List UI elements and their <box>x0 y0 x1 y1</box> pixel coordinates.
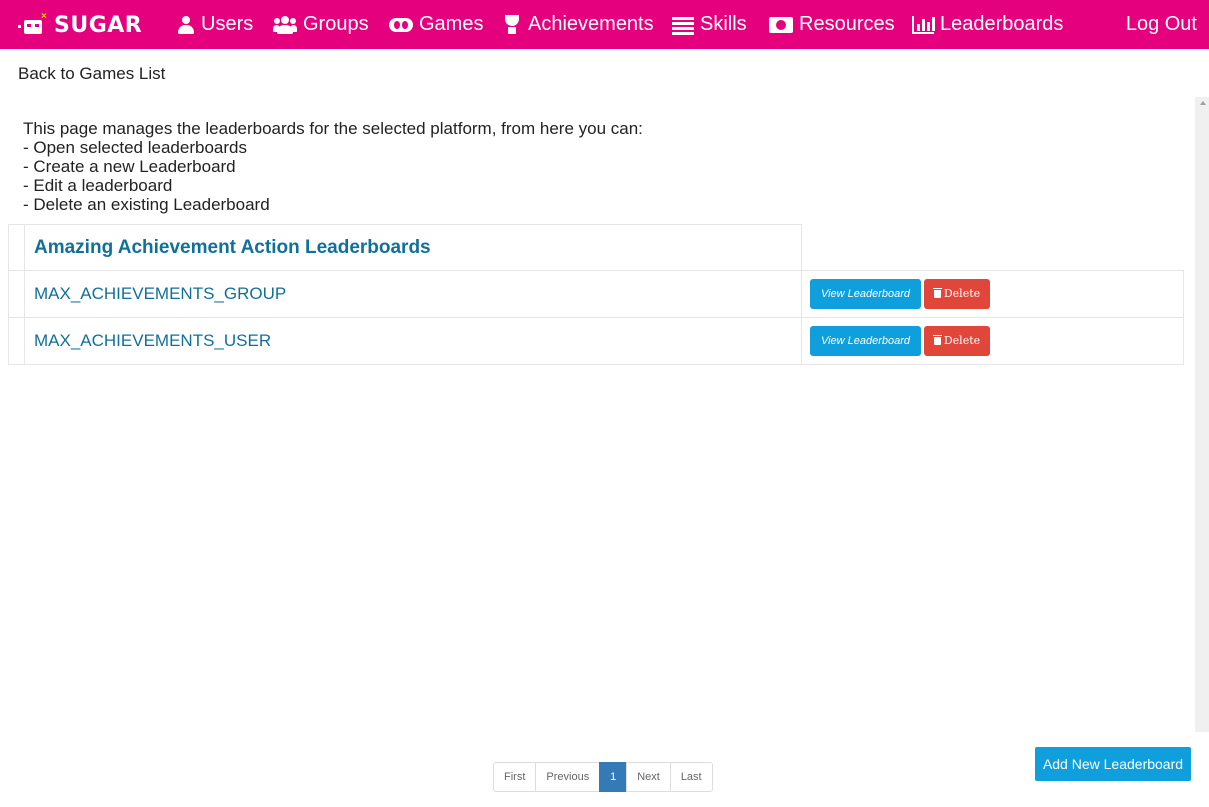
delete-button[interactable]: Delete <box>924 279 990 309</box>
logout-link[interactable]: Log Out <box>1126 0 1197 49</box>
table-header-row: Amazing Achievement Action Leaderboards <box>8 224 1184 271</box>
page-previous-button[interactable]: Previous <box>535 762 601 792</box>
delete-label: Delete <box>943 334 981 347</box>
view-leaderboard-button[interactable]: View Leaderboard <box>810 326 921 356</box>
money-icon <box>769 16 793 33</box>
scroll-up-arrow-icon[interactable] <box>1200 101 1206 105</box>
top-navbar: × SUGAR Users Groups Games Achievements … <box>0 0 1209 49</box>
intro-line: - Delete an existing Leaderboard <box>23 195 270 214</box>
leaderboard-name-cell: MAX_ACHIEVEMENTS_GROUP <box>24 270 802 318</box>
table-row: MAX_ACHIEVEMENTS_USER View Leaderboard De… <box>8 317 1184 365</box>
row-actions-cell: View Leaderboard Delete <box>801 270 1184 318</box>
sugar-logo[interactable]: × SUGAR <box>18 10 142 40</box>
page-last-button[interactable]: Last <box>669 762 713 792</box>
nav-achievements-label: Achievements <box>528 13 654 35</box>
intro-heading: This page manages the leaderboards for t… <box>23 119 643 138</box>
delete-label: Delete <box>943 287 981 300</box>
intro-text: This page manages the leaderboards for t… <box>23 119 643 214</box>
group-icon <box>273 15 297 34</box>
vertical-scrollbar[interactable] <box>1195 97 1209 732</box>
leaderboards-table: Amazing Achievement Action Leaderboards … <box>8 224 1184 365</box>
page-current-button[interactable]: 1 <box>599 762 628 792</box>
table-header-index-cell <box>8 224 25 271</box>
nav-leaderboards-label: Leaderboards <box>940 13 1064 35</box>
delete-button[interactable]: Delete <box>924 326 990 356</box>
nav-groups-label: Groups <box>303 13 369 35</box>
nav-users[interactable]: Users <box>177 0 253 49</box>
nav-resources-label: Resources <box>799 13 895 35</box>
nav-achievements[interactable]: Achievements <box>502 0 654 49</box>
skills-icon <box>672 16 694 35</box>
leaderboard-name-cell: MAX_ACHIEVEMENTS_USER <box>24 317 802 365</box>
nav-games-label: Games <box>419 13 484 35</box>
leaderboard-name[interactable]: MAX_ACHIEVEMENTS_USER <box>34 331 271 350</box>
add-new-leaderboard-button[interactable]: Add New Leaderboard <box>1035 747 1191 781</box>
row-index-cell <box>8 317 25 365</box>
table-header-actions-cell <box>801 224 1184 271</box>
row-actions-cell: View Leaderboard Delete <box>801 317 1184 365</box>
page-first-button[interactable]: First <box>493 762 537 792</box>
trash-icon <box>932 288 942 298</box>
gamepad-icon <box>389 17 413 32</box>
table-title-cell: Amazing Achievement Action Leaderboards <box>24 224 802 271</box>
sugar-logo-icon: × <box>18 12 47 36</box>
table-title: Amazing Achievement Action Leaderboards <box>34 236 431 258</box>
nav-skills[interactable]: Skills <box>672 0 747 49</box>
bar-chart-icon <box>912 15 935 34</box>
pagination: First Previous 1 Next Last <box>493 762 713 792</box>
table-row: MAX_ACHIEVEMENTS_GROUP View Leaderboard D… <box>8 270 1184 318</box>
nav-resources[interactable]: Resources <box>769 0 895 49</box>
intro-line: - Open selected leaderboards <box>23 138 247 157</box>
nav-groups[interactable]: Groups <box>273 0 369 49</box>
intro-line: - Edit a leaderboard <box>23 176 173 195</box>
nav-users-label: Users <box>201 13 254 35</box>
leaderboard-name[interactable]: MAX_ACHIEVEMENTS_GROUP <box>34 284 286 303</box>
nav-games[interactable]: Games <box>389 0 483 49</box>
trash-icon <box>932 335 942 345</box>
nav-skills-label: Skills <box>700 13 747 35</box>
intro-line: - Create a new Leaderboard <box>23 157 236 176</box>
brand-name: SUGAR <box>54 12 143 38</box>
trophy-icon <box>502 14 522 35</box>
nav-leaderboards[interactable]: Leaderboards <box>912 0 1063 49</box>
row-index-cell <box>8 270 25 318</box>
back-to-games-link[interactable]: Back to Games List <box>18 64 165 84</box>
page-next-button[interactable]: Next <box>626 762 671 792</box>
user-icon <box>177 15 195 34</box>
view-leaderboard-button[interactable]: View Leaderboard <box>810 279 921 309</box>
